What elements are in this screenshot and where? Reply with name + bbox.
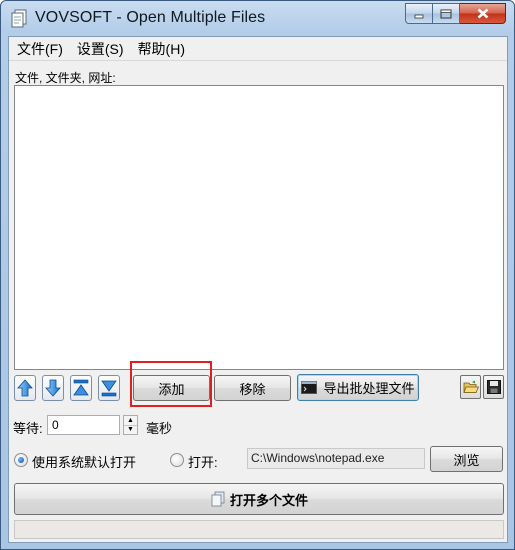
move-top-button[interactable]: [70, 375, 92, 401]
menu-file[interactable]: 文件(F): [17, 39, 63, 59]
move-down-button[interactable]: [42, 375, 64, 401]
spin-down-icon[interactable]: ▼: [124, 424, 137, 435]
title-bar[interactable]: VOVSOFT - Open Multiple Files: [1, 1, 514, 35]
open-with-radio[interactable]: [170, 453, 184, 467]
window-controls: [405, 3, 506, 25]
remove-button[interactable]: 移除: [214, 375, 291, 401]
arrow-up-icon: [17, 379, 33, 397]
open-multiple-files-label: 打开多个文件: [229, 492, 308, 508]
arrow-down-icon: [45, 379, 61, 397]
move-up-button[interactable]: [14, 375, 36, 401]
window-title: VOVSOFT - Open Multiple Files: [35, 9, 266, 26]
default-open-radio[interactable]: [14, 453, 28, 467]
app-icon: [11, 9, 27, 28]
browse-button[interactable]: 浏览: [430, 446, 503, 472]
wait-spinner[interactable]: ▲ ▼: [123, 415, 138, 435]
files-icon: [211, 491, 225, 507]
save-icon: [486, 380, 501, 394]
move-bottom-button[interactable]: [98, 375, 120, 401]
highlight-box: [130, 361, 212, 407]
wait-unit-label: 毫秒: [146, 421, 173, 436]
close-button[interactable]: [460, 3, 506, 24]
wait-input[interactable]: 0: [47, 415, 120, 435]
export-batch-label: 导出批处理文件: [323, 381, 415, 396]
open-multiple-files-button[interactable]: 打开多个文件: [14, 483, 504, 515]
menu-bar: 文件(F) 设置(S) 帮助(H): [9, 37, 507, 61]
open-list-button[interactable]: [460, 375, 481, 399]
default-open-label: 使用系统默认打开: [32, 455, 137, 470]
file-list[interactable]: [14, 85, 504, 370]
files-label: 文件, 文件夹, 网址:: [15, 71, 116, 85]
spin-up-icon[interactable]: ▲: [124, 416, 137, 425]
close-icon: [477, 8, 488, 19]
menu-help[interactable]: 帮助(H): [138, 39, 185, 59]
move-bottom-icon: [101, 380, 117, 397]
export-batch-button[interactable]: 导出批处理文件: [297, 374, 419, 401]
app-window: VOVSOFT - Open Multiple Files 文件(F) 设置(S…: [0, 0, 515, 550]
status-bar: [14, 520, 504, 539]
save-list-button[interactable]: [483, 375, 504, 399]
move-top-icon: [73, 379, 89, 396]
maximize-button[interactable]: [433, 3, 460, 24]
wait-label: 等待:: [13, 421, 43, 436]
open-with-label: 打开:: [188, 455, 218, 470]
toolbar-row: 添加 移除 导出批处理文件: [14, 374, 504, 403]
minimize-button[interactable]: [405, 3, 433, 24]
open-with-path-field[interactable]: C:\Windows\notepad.exe: [247, 448, 425, 469]
client-area: 文件(F) 设置(S) 帮助(H) 文件, 文件夹, 网址: 添加 移除 导出批…: [8, 36, 508, 543]
minimize-icon: [414, 14, 424, 18]
open-folder-icon: [462, 380, 479, 393]
terminal-icon: [301, 381, 318, 394]
menu-settings[interactable]: 设置(S): [77, 39, 124, 59]
maximize-icon: [440, 9, 452, 18]
